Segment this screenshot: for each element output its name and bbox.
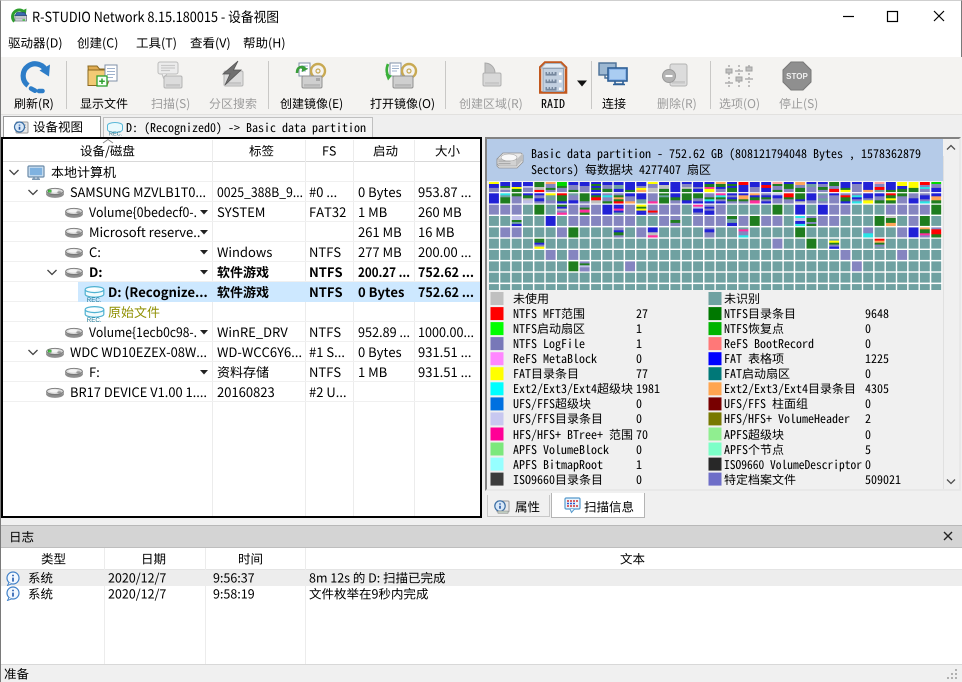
svg-text:STOP: STOP (786, 72, 808, 81)
svg-text:REC.: REC. (87, 317, 102, 322)
svg-text:REC.: REC. (87, 297, 102, 302)
svg-text:REC.: REC. (109, 132, 123, 137)
